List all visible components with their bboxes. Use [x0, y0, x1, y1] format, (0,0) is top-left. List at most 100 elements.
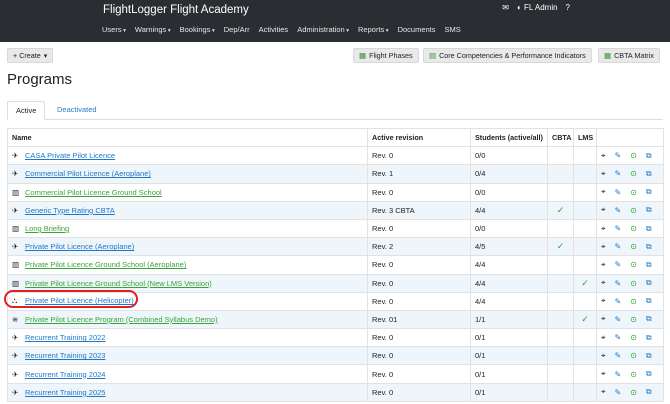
copy-icon[interactable]: ⧉ [646, 260, 652, 270]
program-link[interactable]: Private Pilot Licence Ground School (New… [25, 279, 212, 288]
cbta-cell [547, 364, 574, 384]
copy-icon[interactable]: ⧉ [646, 151, 652, 161]
tag-icon[interactable]: ⌖ [601, 242, 606, 252]
nav-item-documents[interactable]: Documents [398, 25, 436, 34]
col-lms[interactable]: LMS [573, 127, 597, 148]
tag-icon[interactable]: ⌖ [601, 314, 606, 324]
edit-icon[interactable]: ✎ [615, 242, 622, 251]
toggle-icon[interactable]: ⊙ [630, 224, 637, 233]
tag-icon[interactable]: ⌖ [601, 205, 606, 215]
edit-icon[interactable]: ✎ [615, 188, 622, 197]
tab-active[interactable]: Active [7, 101, 46, 120]
copy-icon[interactable]: ⧉ [646, 224, 652, 234]
copy-icon[interactable]: ⧉ [646, 205, 652, 215]
edit-icon[interactable]: ✎ [615, 224, 622, 233]
edit-icon[interactable]: ✎ [615, 169, 622, 178]
edit-icon[interactable]: ✎ [615, 279, 622, 288]
col-students[interactable]: Students (active/all) [470, 127, 548, 148]
tag-icon[interactable]: ⌖ [601, 351, 606, 361]
col-cbta[interactable]: CBTA [547, 127, 574, 148]
competencies-button[interactable]: ▤ Core Competencies & Performance Indicat… [423, 48, 592, 63]
toggle-icon[interactable]: ⊙ [630, 260, 637, 269]
edit-icon[interactable]: ✎ [615, 206, 622, 215]
program-link[interactable]: Recurrent Training 2022 [25, 333, 105, 342]
toggle-icon[interactable]: ⊙ [630, 315, 637, 324]
tag-icon[interactable]: ⌖ [601, 224, 606, 234]
mail-icon[interactable]: ✉ [502, 3, 509, 12]
create-button[interactable]: + Create ▾ [7, 48, 54, 63]
tag-icon[interactable]: ⌖ [601, 260, 606, 270]
help-icon[interactable]: ? [566, 3, 570, 12]
copy-icon[interactable]: ⧉ [646, 369, 652, 379]
program-link[interactable]: Commercial Pilot Licence Ground School [25, 188, 162, 197]
tag-icon[interactable]: ⌖ [601, 387, 606, 397]
competencies-label: Core Competencies & Performance Indicato… [439, 51, 586, 60]
tab-deactivated[interactable]: Deactivated [49, 101, 105, 120]
program-link[interactable]: Private Pilot Licence Program (Combined … [25, 315, 218, 324]
tag-icon[interactable]: ⌖ [601, 151, 606, 161]
toggle-icon[interactable]: ⊙ [630, 297, 637, 306]
tag-icon[interactable]: ⌖ [601, 333, 606, 343]
toggle-icon[interactable]: ⊙ [630, 370, 637, 379]
edit-icon[interactable]: ✎ [615, 370, 622, 379]
program-link[interactable]: Recurrent Training 2025 [25, 388, 105, 397]
tag-icon[interactable]: ⌖ [601, 278, 606, 288]
edit-icon[interactable]: ✎ [615, 333, 622, 342]
cbta-matrix-button[interactable]: ▦ CBTA Matrix [598, 48, 660, 63]
tag-icon[interactable]: ⌖ [601, 169, 606, 179]
copy-icon[interactable]: ⧉ [646, 242, 652, 252]
program-link[interactable]: Recurrent Training 2023 [25, 351, 105, 360]
tag-icon[interactable]: ⌖ [601, 187, 606, 197]
edit-icon[interactable]: ✎ [615, 388, 622, 397]
copy-icon[interactable]: ⧉ [646, 333, 652, 343]
col-name[interactable]: Name [7, 127, 368, 148]
copy-icon[interactable]: ⧉ [646, 296, 652, 306]
edit-icon[interactable]: ✎ [615, 151, 622, 160]
nav-item-users[interactable]: Users [102, 25, 126, 34]
nav-item-dep-arr[interactable]: Dep/Arr [224, 25, 250, 34]
actions-cell: ⌖ ✎ ⊙ ⧉ [596, 328, 664, 348]
nav-item-reports[interactable]: Reports [358, 25, 389, 34]
flight-phases-button[interactable]: ▦ Flight Phases [353, 48, 419, 63]
program-link[interactable]: CASA Private Pilot Licence [25, 151, 115, 160]
nav-item-sms[interactable]: SMS [445, 25, 461, 34]
toggle-icon[interactable]: ⊙ [630, 188, 637, 197]
program-link[interactable]: Generic Type Rating CBTA [25, 206, 115, 215]
toggle-icon[interactable]: ⊙ [630, 351, 637, 360]
toggle-icon[interactable]: ⊙ [630, 388, 637, 397]
toggle-icon[interactable]: ⊙ [630, 151, 637, 160]
actions-cell: ⌖ ✎ ⊙ ⧉ [596, 164, 664, 184]
students-cell: 4/5 [470, 237, 548, 257]
program-link[interactable]: Long Briefing [25, 224, 69, 233]
copy-icon[interactable]: ⧉ [646, 351, 652, 361]
toggle-icon[interactable]: ⊙ [630, 279, 637, 288]
col-revision[interactable]: Active revision [367, 127, 471, 148]
program-link[interactable]: Recurrent Training 2024 [25, 370, 105, 379]
copy-icon[interactable]: ⧉ [646, 187, 652, 197]
tag-icon[interactable]: ⌖ [601, 296, 606, 306]
user-menu[interactable]: ◐ FL Admin [517, 3, 558, 12]
edit-icon[interactable]: ✎ [615, 315, 622, 324]
toggle-icon[interactable]: ⊙ [630, 169, 637, 178]
table-row: ✈ Recurrent Training 2024 Rev. 0 0/1 ⌖ ✎ ⊙ ⧉ [7, 364, 664, 384]
copy-icon[interactable]: ⧉ [646, 314, 652, 324]
toggle-icon[interactable]: ⊙ [630, 242, 637, 251]
copy-icon[interactable]: ⧉ [646, 278, 652, 288]
program-link[interactable]: Private Pilot Licence Ground School (Aer… [25, 260, 186, 269]
program-link[interactable]: Commercial Pilot Licence (Aeroplane) [25, 169, 151, 178]
nav-item-warnings[interactable]: Warnings [135, 25, 171, 34]
copy-icon[interactable]: ⧉ [646, 169, 652, 179]
revision-cell: Rev. 0 [367, 364, 471, 384]
edit-icon[interactable]: ✎ [615, 297, 622, 306]
edit-icon[interactable]: ✎ [615, 351, 622, 360]
program-link[interactable]: Private Pilot Licence (Aeroplane) [25, 242, 134, 251]
tag-icon[interactable]: ⌖ [601, 369, 606, 379]
nav-item-administration[interactable]: Administration [297, 25, 349, 34]
app-title[interactable]: FlightLogger Flight Academy [103, 4, 249, 16]
toggle-icon[interactable]: ⊙ [630, 333, 637, 342]
nav-item-activities[interactable]: Activities [259, 25, 289, 34]
nav-item-bookings[interactable]: Bookings [180, 25, 215, 34]
toggle-icon[interactable]: ⊙ [630, 206, 637, 215]
copy-icon[interactable]: ⧉ [646, 387, 652, 397]
edit-icon[interactable]: ✎ [615, 260, 622, 269]
